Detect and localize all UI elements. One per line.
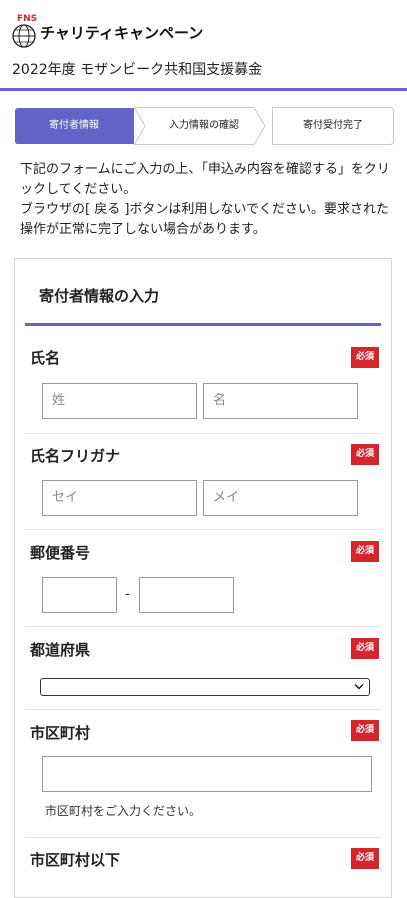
required-badge: 必須: [351, 720, 379, 741]
progress-steps: 寄付者情報 入力情報の確認 寄付受付完了: [14, 107, 394, 145]
header-divider: [0, 88, 407, 91]
last-name-input[interactable]: 姓: [42, 383, 197, 419]
first-name-input[interactable]: 名: [203, 383, 358, 419]
postal-code-second-input[interactable]: [139, 577, 234, 613]
postal-code-label: 郵便番号: [30, 544, 91, 562]
field-divider: [25, 709, 381, 710]
logo-fns-text: FNS: [17, 14, 38, 24]
step-confirm: 入力情報の確認: [134, 107, 268, 145]
step-label: 寄付者情報: [49, 120, 99, 131]
field-divider: [25, 529, 381, 530]
section-divider: [25, 323, 381, 326]
city-label: 市区町村: [30, 724, 91, 742]
required-badge: 必須: [351, 848, 379, 869]
kana-label: 氏名フリガナ: [30, 447, 121, 465]
postal-code-separator: -: [125, 587, 130, 602]
globe-icon: [12, 24, 36, 48]
field-divider: [25, 626, 381, 627]
step-label: 寄付受付完了: [303, 120, 363, 131]
required-badge: 必須: [351, 541, 379, 562]
city-input[interactable]: [42, 756, 372, 792]
chevron-down-icon: [354, 683, 364, 690]
city-help-text: 市区町村をご入力ください。: [45, 804, 202, 818]
logo-text: チャリティキャンペーン: [40, 24, 204, 42]
first-name-kana-input[interactable]: メイ: [203, 480, 358, 516]
intro-instruction: 下記のフォームにご入力の上、「申込み内容を確認する」をクリックしてください。: [20, 162, 390, 197]
form-section-title: 寄付者情報の入力: [39, 287, 160, 305]
required-badge: 必須: [351, 347, 379, 368]
name-label: 氏名: [30, 349, 61, 367]
site-logo[interactable]: FNS チャリティキャンペーン: [10, 14, 203, 48]
campaign-title: 2022年度 モザンビーク共和国支援募金: [12, 62, 263, 78]
field-divider: [25, 433, 381, 434]
site-header: FNS チャリティキャンペーン: [0, 0, 407, 60]
field-divider: [25, 837, 381, 838]
required-badge: 必須: [351, 638, 379, 659]
postal-code-first-input[interactable]: [42, 577, 117, 613]
intro-text: 下記のフォームにご入力の上、「申込み内容を確認する」をクリックしてください。 ブ…: [20, 160, 392, 240]
step-complete: 寄付受付完了: [272, 107, 394, 145]
step-label: 入力情報の確認: [169, 120, 239, 131]
required-badge: 必須: [351, 444, 379, 465]
donor-form-card: 寄付者情報の入力 氏名 必須 姓 名 氏名フリガナ 必須 セイ メイ 郵便番号 …: [14, 258, 392, 898]
prefecture-label: 都道府県: [30, 641, 91, 659]
step-donor-info: 寄付者情報: [14, 107, 134, 145]
prefecture-select[interactable]: [40, 678, 370, 696]
intro-warning: ブラウザの[ 戻る ]ボタンは利用しないでください。要求された操作が正常に完了し…: [20, 202, 390, 237]
last-name-kana-input[interactable]: セイ: [42, 480, 197, 516]
